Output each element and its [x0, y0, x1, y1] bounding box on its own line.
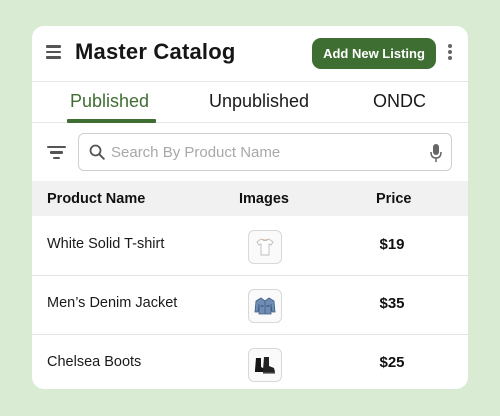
- jacket-icon: [254, 297, 276, 315]
- tab-published[interactable]: Published: [70, 91, 149, 112]
- product-name-cell: Men’s Denim Jacket: [47, 295, 178, 311]
- search-box[interactable]: [78, 133, 452, 171]
- tab-unpublished[interactable]: Unpublished: [209, 91, 309, 112]
- search-icon: [89, 144, 105, 160]
- column-header-product-name[interactable]: Product Name: [47, 191, 145, 207]
- tab-bar: Published Unpublished ONDC: [32, 83, 468, 123]
- column-header-price[interactable]: Price: [376, 191, 411, 207]
- add-new-listing-button[interactable]: Add New Listing: [312, 38, 436, 69]
- table-row[interactable]: Men’s Denim Jacket $35: [32, 276, 468, 335]
- hamburger-menu-icon[interactable]: [46, 45, 61, 59]
- column-header-images[interactable]: Images: [239, 191, 289, 207]
- table-header: Product Name Images Price: [32, 181, 468, 216]
- microphone-icon[interactable]: [429, 143, 443, 163]
- denim-jacket-image[interactable]: [248, 289, 282, 323]
- chelsea-boots-image[interactable]: [248, 348, 282, 382]
- header-bar: Master Catalog Add New Listing: [32, 26, 468, 82]
- filter-icon[interactable]: [47, 146, 66, 160]
- page-title: Master Catalog: [75, 39, 236, 64]
- product-name-cell: White Solid T-shirt: [47, 236, 165, 252]
- search-input[interactable]: [111, 142, 411, 162]
- kebab-menu-icon[interactable]: [446, 44, 454, 62]
- active-tab-indicator: [67, 119, 156, 123]
- price-cell: $25: [379, 354, 405, 371]
- boots-icon: [255, 357, 275, 374]
- table-row[interactable]: Chelsea Boots $25: [32, 335, 468, 389]
- table-row[interactable]: White Solid T-shirt $19: [32, 217, 468, 276]
- product-name-cell: Chelsea Boots: [47, 354, 142, 370]
- price-cell: $35: [379, 295, 405, 312]
- catalog-card: Master Catalog Add New Listing Published…: [32, 26, 468, 389]
- tab-ondc[interactable]: ONDC: [373, 91, 426, 112]
- white-tshirt-image[interactable]: [248, 230, 282, 264]
- tshirt-icon: [256, 238, 274, 256]
- price-cell: $19: [379, 236, 405, 253]
